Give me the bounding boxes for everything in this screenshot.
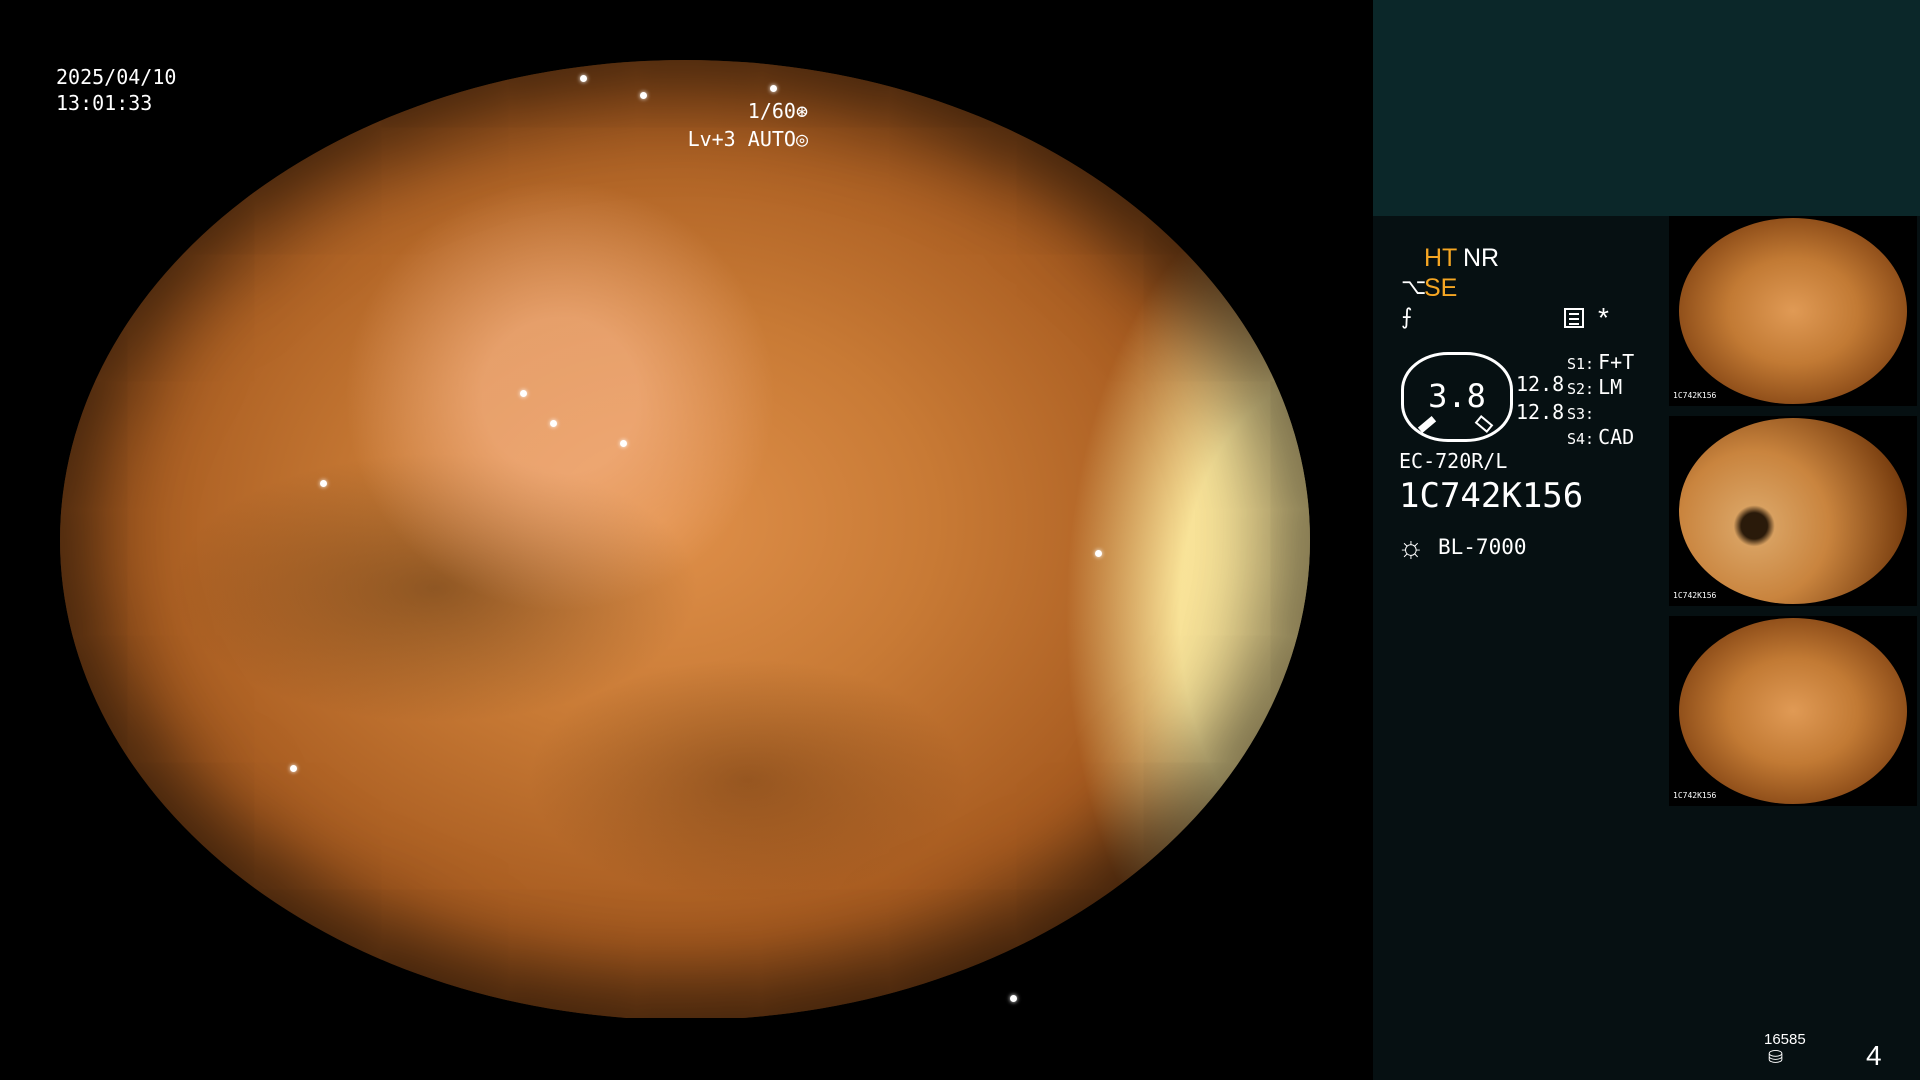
light-reflection [580, 75, 587, 82]
light-reflection [1095, 550, 1102, 557]
iris-mode: AUTO [747, 127, 796, 151]
iris-setting: Lv+3 AUTO◎ [688, 126, 808, 152]
gauge-value: 3.8 [1428, 377, 1486, 415]
switch-key: S1: [1567, 355, 1595, 373]
storage-icon: ⛁ [1768, 1047, 1784, 1067]
shutter-icon: ⊛ [795, 99, 808, 123]
gauge-needle-left [1417, 416, 1437, 433]
iris-level: Lv+3 [687, 127, 736, 151]
switch-value: CAD [1598, 425, 1635, 449]
light-reflection [1010, 995, 1017, 1002]
switch-s2: S2: LM [1567, 375, 1622, 399]
nr-indicator: NR [1463, 244, 1500, 272]
shutter-value: 1/60 [747, 99, 796, 123]
light-source: BL-7000 [1438, 535, 1527, 559]
enhancement-icon: ⨍ [1401, 304, 1413, 329]
menu-icon [1564, 308, 1584, 328]
page-number: 4 [1866, 1040, 1882, 1071]
switch-s1: S1: F+T [1567, 350, 1634, 374]
thumbnail-image [1679, 418, 1907, 604]
light-reflection [620, 440, 627, 447]
switch-s4: S4: CAD [1567, 425, 1634, 449]
panel-header-area [1373, 0, 1920, 216]
light-reflection [520, 390, 527, 397]
gauge-reading-2: 12.8 [1516, 400, 1565, 424]
switch-value: LM [1598, 375, 1623, 399]
storage-counter: 16585 [1764, 1031, 1806, 1048]
capture-thumbnail[interactable]: 1C742K156 [1669, 416, 1917, 606]
light-reflection [290, 765, 297, 772]
image-mask-top [0, 0, 1372, 60]
endoscope-view: 2025/04/10 13:01:33 1/60⊛ Lv+3 AUTO◎ [0, 0, 1372, 1080]
gauge-needle-right [1474, 415, 1494, 433]
switch-s3: S3: [1567, 400, 1598, 424]
endoscopic-image [60, 60, 1310, 1020]
shutter-speed: 1/60⊛ [748, 98, 808, 124]
switch-key: S3: [1567, 405, 1595, 423]
switch-value: F+T [1598, 350, 1635, 374]
light-reflection [640, 92, 647, 99]
se-indicator: SE [1424, 274, 1458, 302]
exam-time: 13:01:33 [56, 91, 153, 115]
structure-enhance-icon: ⌥ [1401, 274, 1427, 299]
status-panel: HT NR ⌥ SE ⨍ * 3.8 12.8 12.8 S1: F+T S2: L… [1373, 0, 1920, 1080]
capture-thumbnail[interactable]: 1C742K156 [1669, 216, 1917, 406]
gauge-reading-1: 12.8 [1516, 372, 1565, 396]
switch-key: S2: [1567, 380, 1595, 398]
scope-serial: 1C742K156 [1399, 476, 1584, 516]
light-reflection [550, 420, 557, 427]
light-reflection [770, 85, 777, 92]
light-source-icon: ☼ [1397, 531, 1425, 564]
switch-key: S4: [1567, 430, 1595, 448]
capture-thumbnail[interactable]: 1C742K156 [1669, 616, 1917, 806]
image-mask-bottom [0, 1018, 1372, 1080]
iris-icon: ◎ [795, 127, 808, 151]
thumbnail-image [1679, 218, 1907, 404]
thumbnail-caption: 1C742K156 [1673, 391, 1717, 400]
thumbnail-caption: 1C742K156 [1673, 791, 1717, 800]
light-reflection [320, 480, 327, 487]
zoom-gauge: 3.8 [1401, 352, 1513, 442]
thumbnail-image [1679, 618, 1907, 804]
star-indicator: * [1598, 302, 1609, 333]
ht-indicator: HT [1424, 244, 1458, 272]
thumbnail-caption: 1C742K156 [1673, 591, 1717, 600]
scope-model: EC-720R/L [1399, 449, 1508, 473]
exam-date: 2025/04/10 [56, 65, 177, 89]
